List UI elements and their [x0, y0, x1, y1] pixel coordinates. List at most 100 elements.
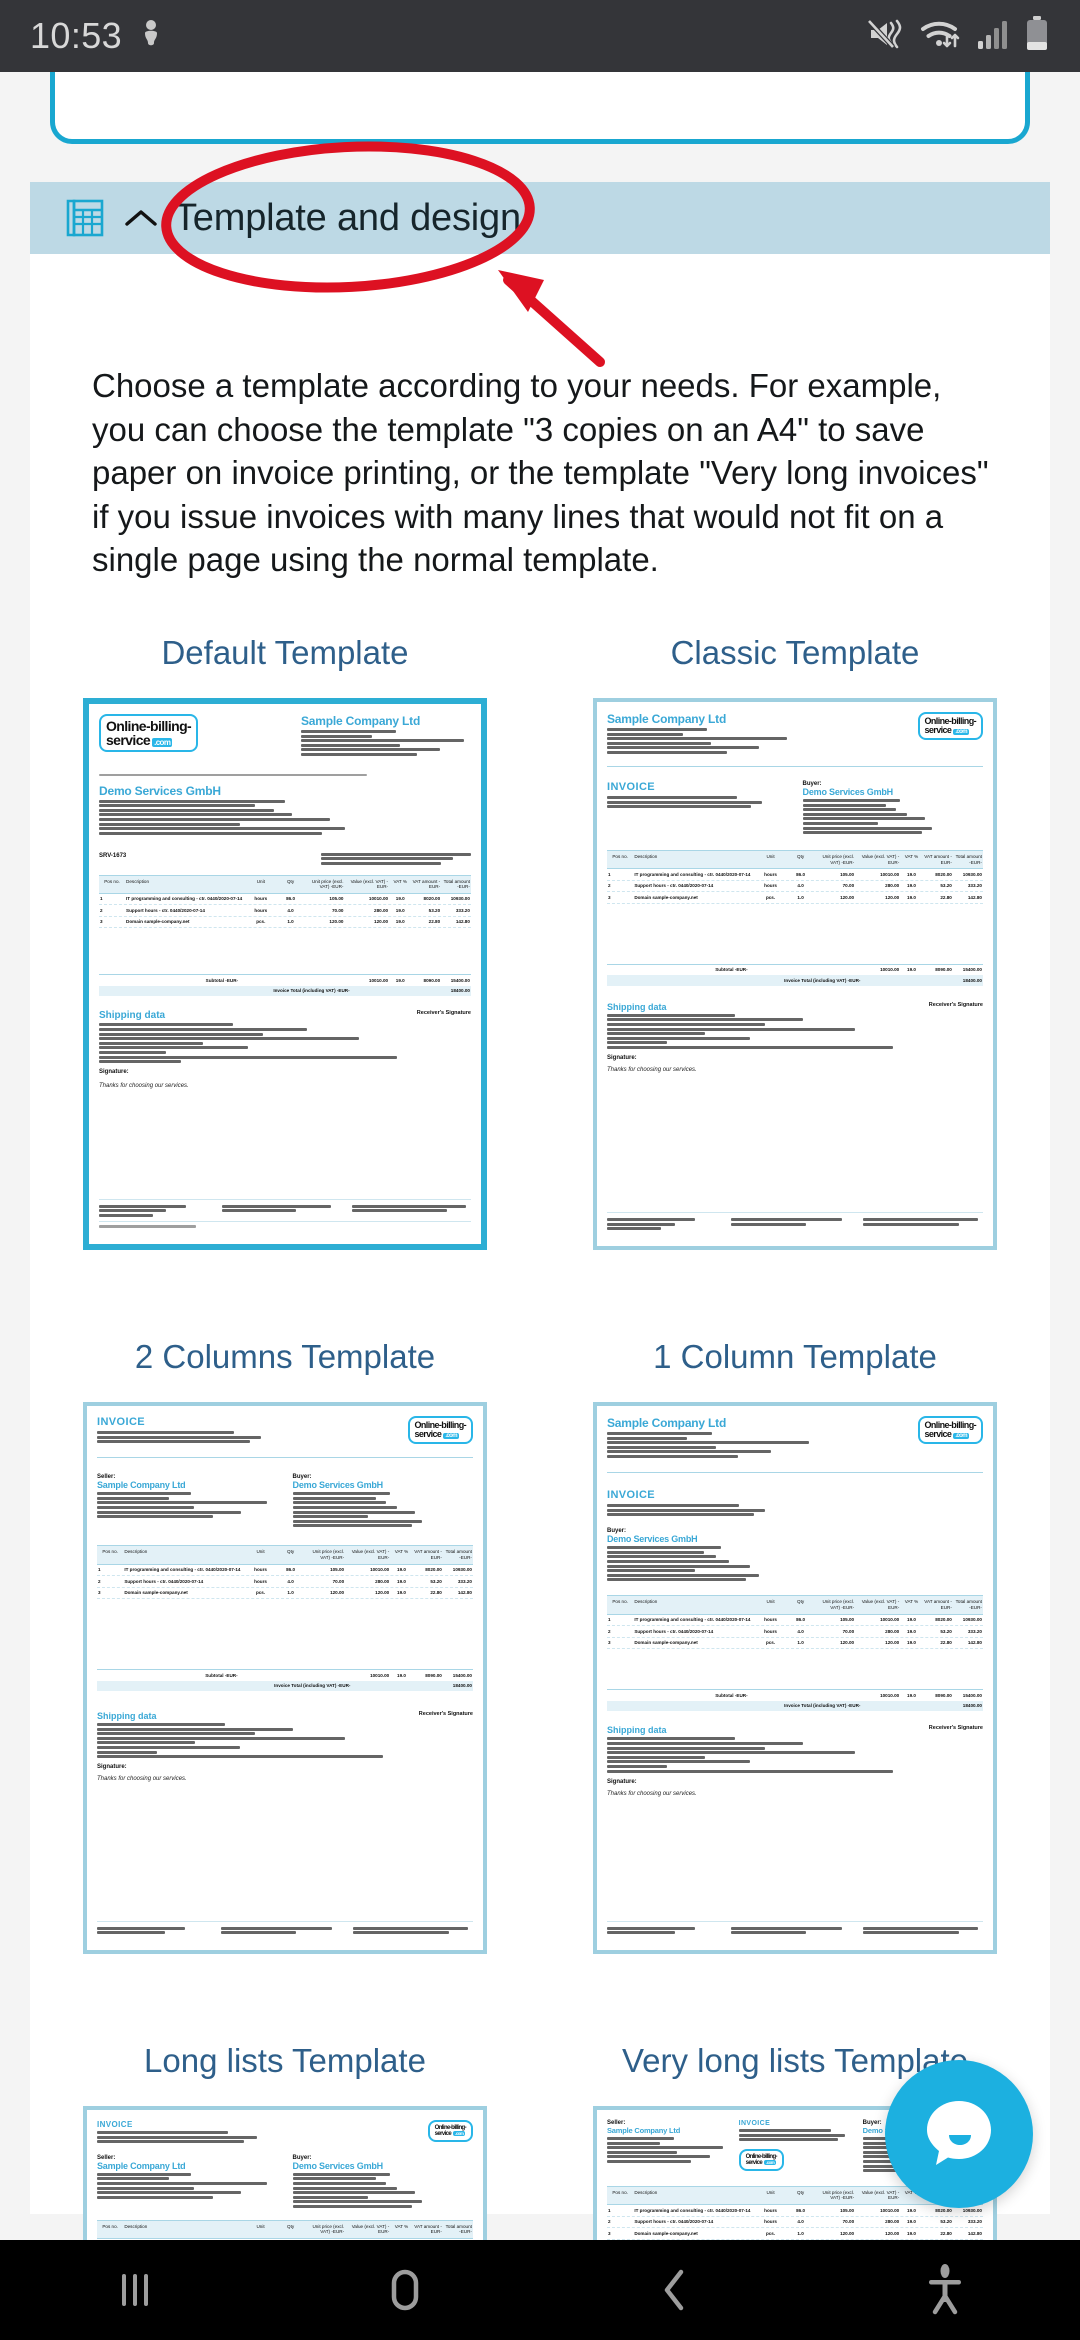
th-desc: Description	[126, 878, 150, 884]
template-preview-longlists[interactable]: INVOICE Online-billing- service .com Sel…	[83, 2106, 487, 2240]
brand-logo: Online-billing- service .com	[738, 2148, 784, 2171]
table-row: 2 Support hours - ctr. 0440/2020-07-14 h…	[607, 2217, 983, 2229]
section-header-template-and-design[interactable]: Template and design	[30, 182, 1050, 254]
table-row: 2 Support hours - ctr. 0440/2020-07-14 h…	[607, 881, 983, 893]
invoice-number-left: SRV-1673	[99, 852, 127, 859]
table-row: 3 Domain sample-company.net pcs. 1.0 120…	[97, 1588, 473, 1599]
subtotal-row: Subtotal -EUR- 10010.00 19.0 8090.00 154…	[607, 963, 983, 976]
section-title: Template and design	[174, 196, 521, 239]
thanks-note: Thanks for choosing our services.	[607, 1066, 697, 1073]
template-title: Classic Template	[670, 634, 920, 671]
shipping-lines	[607, 1013, 983, 1049]
invoice-heading: INVOICE	[607, 1489, 656, 1502]
template-title: 1 Column Template	[653, 1338, 937, 1375]
seller-details	[607, 728, 807, 754]
subtotal-row: Subtotal -EUR- 10010.00 19.0 8090.00 154…	[99, 974, 471, 986]
template-preview-1column[interactable]: Sample Company Ltd Online-billing- servi…	[593, 1402, 997, 1954]
chevron-up-icon[interactable]	[124, 207, 158, 229]
seller-name: Sample Company Ltd	[607, 2126, 681, 2135]
template-title: Long lists Template	[144, 2042, 426, 2079]
thanks-note: Thanks for choosing our services.	[97, 1776, 187, 1783]
shipping-lines	[607, 1737, 983, 1773]
th-vatpct: VAT %	[393, 878, 408, 884]
seller-name: Sample Company Ltd	[301, 714, 421, 728]
invoice-meta	[97, 2131, 308, 2144]
invoice-meta	[607, 796, 787, 809]
invoice-heading: INVOICE	[97, 1416, 146, 1428]
table-row: 1 IT programming and consulting - ctr. 0…	[99, 894, 471, 906]
template-card-1column[interactable]: 1 Column Template Sample Company Ltd Onl…	[540, 1338, 1050, 1954]
accessibility-icon	[929, 2264, 961, 2315]
signature-label: Signature:	[607, 1778, 637, 1785]
section-body: Choose a template according to your need…	[30, 254, 1050, 2240]
template-card-2columns[interactable]: 2 Columns Template INVOICE Online-billin…	[30, 1338, 540, 1954]
recents-icon	[122, 2274, 148, 2306]
table-row: 3 Domain sample-company.net pcs. 1.0 120…	[99, 917, 471, 929]
table-row: 3 Domain sample-company.net pcs. 1.0 120…	[607, 892, 983, 904]
template-preview-classic[interactable]: Sample Company Ltd Online-billing- servi…	[593, 698, 997, 1250]
seller-details	[607, 2137, 727, 2163]
template-card-classic[interactable]: Classic Template Sample Company Ltd Onli…	[540, 634, 1050, 1250]
table-row: 2 Support hours - ctr. 0440/2020-07-14 h…	[97, 1576, 473, 1588]
home-button[interactable]	[270, 2240, 540, 2340]
th-qty: Qty	[286, 878, 295, 884]
chat-widget-button[interactable]	[885, 2060, 1033, 2208]
line-items-table: Pos no. Description Unit Qty Unit price …	[97, 2219, 473, 2240]
recents-button[interactable]	[0, 2240, 270, 2340]
template-gallery: Default Template Online-billing- service…	[30, 634, 1050, 2240]
signal-icon	[977, 17, 1011, 56]
seller-name: Sample Company Ltd	[607, 1416, 727, 1430]
mute-vibrate-icon	[867, 17, 907, 56]
line-items-table: Pos no. Description Unit Qty Unit price …	[99, 874, 471, 997]
table-row: 3 Domain sample-company.net pcs. 1.0 120…	[607, 2228, 983, 2240]
seller-name: Sample Company Ltd	[97, 2160, 186, 2171]
wifi-icon	[920, 17, 964, 56]
page-content[interactable]: Template and design Choose a template ac…	[0, 72, 1080, 2240]
seller-details	[607, 1432, 818, 1458]
template-preview-default[interactable]: Online-billing- service .com Sample Compa…	[83, 698, 487, 1250]
table-header-row: Pos no. Description Unit Qty Unit price …	[97, 1545, 473, 1565]
seller-details	[301, 730, 471, 756]
template-preview-2columns[interactable]: INVOICE Online-billing- service .com Sel…	[83, 1402, 487, 1954]
th-pos: Pos no.	[104, 878, 120, 884]
brand-logo: Online-billing- service .com	[99, 714, 199, 752]
seller-details	[97, 2172, 277, 2199]
invoice-total-row: Invoice Total (including VAT) -EUR- 1840…	[607, 975, 983, 986]
battery-icon	[1024, 15, 1050, 57]
table-row: 1 IT programming and consulting - ctr. 0…	[607, 2205, 983, 2217]
brand-logo: Online-billing- service .com	[407, 1416, 473, 1444]
table-header-row: Pos no. Description Unit Qty Unit price …	[607, 849, 983, 870]
status-bar-right	[867, 15, 1050, 57]
template-title: Default Template	[161, 634, 409, 671]
shipping-data-title: Shipping data	[607, 1001, 667, 1012]
shipping-data-title: Shipping data	[607, 1725, 667, 1736]
template-title: 2 Columns Template	[134, 1338, 436, 1375]
table-header-row: Pos no. Description Unit Qty Unit price …	[607, 1595, 983, 1615]
receiver-signature-label: Receiver's Signature	[928, 1001, 983, 1008]
buyer-name: Demo Services GmbH	[292, 1480, 384, 1491]
table-row: 3 Domain sample-company.net pcs. 1.0 120…	[607, 1638, 983, 1650]
system-navigation-bar	[0, 2240, 1080, 2340]
logo-line1: Online-billing-	[106, 718, 192, 734]
buyer-details	[99, 799, 471, 835]
template-card-longlists[interactable]: Long lists Template INVOICE Online-billi…	[30, 2042, 540, 2240]
buyer-details	[802, 799, 983, 835]
previous-section-card	[50, 72, 1030, 144]
brand-logo: Online-billing- service .com	[917, 712, 983, 740]
line-items-table: Pos no. Description Unit Qty Unit price …	[97, 1545, 473, 1691]
vibrate-icon	[138, 18, 164, 55]
invoice-total-row: Invoice Total (including VAT) -EUR- 1840…	[607, 1700, 983, 1712]
table-header-row: Pos no. Description Unit Qty Unit price …	[99, 874, 471, 894]
subtotal-row: Subtotal -EUR- 10010.00 19.0 8090.00 154…	[607, 1689, 983, 1701]
invoice-meta	[738, 2129, 852, 2142]
buyer-name: Demo Services GmbH	[292, 2160, 384, 2171]
th-unit: Unit	[256, 878, 265, 884]
home-circle-icon	[391, 2269, 419, 2311]
accessibility-button[interactable]	[810, 2240, 1080, 2340]
back-button[interactable]	[540, 2240, 810, 2340]
shipping-data-title: Shipping data	[97, 1711, 157, 1721]
th-total: Total amount -EUR-	[443, 878, 470, 890]
seller-name: Sample Company Ltd	[97, 1480, 186, 1491]
template-card-default[interactable]: Default Template Online-billing- service…	[30, 634, 540, 1250]
status-bar: 10:53	[0, 0, 1080, 72]
